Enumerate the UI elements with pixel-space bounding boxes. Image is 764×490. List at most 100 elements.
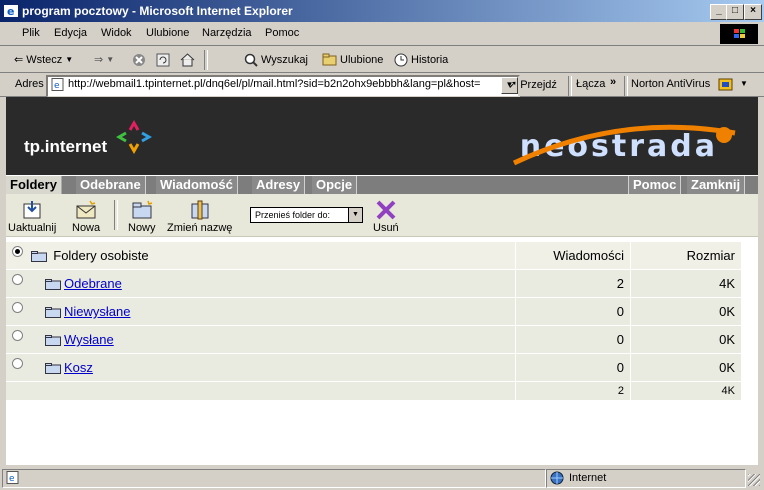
menu-edycja[interactable]: Edycja xyxy=(54,27,87,39)
back-button[interactable]: ⇐ Wstecz ▼ xyxy=(14,53,74,67)
messages-column-header: Wiadomości xyxy=(515,242,631,270)
menu-plik[interactable]: Plik xyxy=(22,27,40,39)
root-folder-name: Foldery osobiste xyxy=(53,248,149,263)
new-folder-button[interactable]: Nowy xyxy=(128,200,156,234)
chevron-down-icon: ▼ xyxy=(348,208,362,222)
rename-folder-icon xyxy=(191,200,209,220)
favorites-label: Ulubione xyxy=(340,53,384,66)
totals-label-cell xyxy=(6,381,516,401)
folder-link-niewyslane[interactable]: Niewysłane xyxy=(64,304,130,319)
tab-pomoc[interactable]: Pomoc xyxy=(628,176,682,194)
resize-grip[interactable] xyxy=(748,474,760,486)
favorites-button[interactable]: Ulubione xyxy=(322,53,383,66)
move-folder-select[interactable]: Przenieś folder do: ▼ xyxy=(250,207,363,223)
table-row: Odebrane 2 4K xyxy=(6,269,741,298)
address-url: http://webmail1.tpinternet.pl/dnq6el/pl/… xyxy=(68,78,481,90)
total-size: 4K xyxy=(630,381,741,401)
table-row: Kosz 0 0K xyxy=(6,353,741,382)
new-folder-icon xyxy=(132,200,152,219)
new-message-button[interactable]: Nowa xyxy=(72,200,100,234)
forward-arrow-icon: ⇒ xyxy=(94,54,104,66)
tab-adresy[interactable]: Adresy xyxy=(252,176,306,194)
root-folder-cell: Foldery osobiste xyxy=(6,242,516,270)
actions-separator xyxy=(114,200,118,230)
folder-size: 4K xyxy=(630,269,741,298)
address-input[interactable]: e http://webmail1.tpinternet.pl/dnq6el/p… xyxy=(46,75,520,98)
toolbar-separator xyxy=(204,50,208,70)
rename-folder-button[interactable]: Zmień nazwę xyxy=(167,200,232,234)
table-row: Niewysłane 0 0K xyxy=(6,297,741,326)
security-zone-panel: Internet xyxy=(546,469,746,488)
menu-widok[interactable]: Widok xyxy=(101,27,132,39)
refresh-folders-button[interactable]: Uaktualnij xyxy=(8,200,56,234)
chevron-right-icon[interactable]: » xyxy=(610,76,616,88)
menu-bar: Plik Edycja Widok Ulubione Narzędzia Pom… xyxy=(0,22,764,46)
history-label: Historia xyxy=(411,54,449,66)
folder-radio[interactable] xyxy=(12,358,23,370)
folder-size: 0K xyxy=(630,297,741,326)
globe-icon xyxy=(550,471,564,485)
folder-radio[interactable] xyxy=(12,302,23,314)
go-button[interactable]: ➚ Przejdź xyxy=(508,78,557,92)
maximize-button[interactable]: □ xyxy=(726,4,744,20)
page-icon: e xyxy=(51,78,64,91)
totals-row: 2 4K xyxy=(6,381,741,401)
tab-zamknij[interactable]: Zamknij xyxy=(687,176,746,194)
windows-logo-icon xyxy=(720,24,758,44)
tab-odebrane[interactable]: Odebrane xyxy=(76,176,146,194)
delete-folder-button[interactable]: Usuń xyxy=(373,200,399,234)
toolbar-separator xyxy=(624,76,628,96)
neostrada-swoosh-icon xyxy=(512,124,736,166)
refresh-label: Uaktualnij xyxy=(8,222,57,234)
root-folder-radio[interactable] xyxy=(12,246,23,258)
folder-link-odebrane[interactable]: Odebrane xyxy=(64,276,122,291)
folder-size: 0K xyxy=(630,353,741,382)
refresh-icon xyxy=(156,53,170,67)
go-arrow-icon: ➚ xyxy=(508,79,518,91)
history-button[interactable]: Historia xyxy=(394,53,448,67)
folder-messages: 0 xyxy=(515,353,631,382)
new-folder-label: Nowy xyxy=(128,222,156,234)
table-header-row: Foldery osobiste Wiadomości Rozmiar xyxy=(6,242,741,270)
history-icon xyxy=(394,53,408,67)
links-toolbar[interactable]: Łącza xyxy=(576,78,605,90)
chevron-down-icon[interactable]: ▼ xyxy=(740,79,748,88)
norton-antivirus-label[interactable]: Norton AntiVirus xyxy=(631,78,710,90)
status-bar: e Internet xyxy=(0,466,764,490)
folder-radio[interactable] xyxy=(12,274,23,286)
banner: tp.internet neostrada xyxy=(6,97,758,175)
menu-narzedzia[interactable]: Narzędzia xyxy=(202,27,252,39)
tp-logo-diamond-icon xyxy=(116,120,152,154)
home-button[interactable] xyxy=(180,53,195,67)
new-message-label: Nowa xyxy=(72,222,101,234)
folder-link-wyslane[interactable]: Wysłane xyxy=(64,332,114,347)
forward-button[interactable]: ⇒ ▼ xyxy=(94,53,114,66)
chevron-down-icon: ▼ xyxy=(65,55,74,64)
folder-link-kosz[interactable]: Kosz xyxy=(64,360,93,375)
stop-button[interactable] xyxy=(132,53,146,67)
close-button[interactable]: × xyxy=(744,4,762,20)
folder-icon xyxy=(45,363,61,375)
menu-ulubione[interactable]: Ulubione xyxy=(146,27,189,39)
search-button[interactable]: Wyszukaj xyxy=(244,53,308,67)
search-label: Wyszukaj xyxy=(261,54,308,66)
tab-wiadomosc[interactable]: Wiadomość xyxy=(156,176,238,194)
tab-opcje[interactable]: Opcje xyxy=(312,176,358,194)
refresh-button[interactable] xyxy=(156,53,170,67)
open-folder-icon xyxy=(30,251,47,263)
folders-table: Foldery osobiste Wiadomości Rozmiar Odeb… xyxy=(6,242,741,401)
window-title: program pocztowy - Microsoft Internet Ex… xyxy=(22,4,293,18)
ie-icon: e xyxy=(4,5,18,18)
folder-radio[interactable] xyxy=(12,330,23,342)
menu-pomoc[interactable]: Pomoc xyxy=(265,27,299,39)
address-label: Adres xyxy=(15,78,44,90)
status-text-panel: e xyxy=(2,469,546,488)
chevron-down-icon: ▼ xyxy=(106,55,115,64)
stop-icon xyxy=(133,54,145,66)
delete-label: Usuń xyxy=(373,222,399,234)
tab-foldery[interactable]: Foldery xyxy=(6,176,62,194)
web-page: tp.internet neostrada Foldery Odebrane W… xyxy=(6,97,758,465)
search-icon xyxy=(244,53,258,67)
security-zone-label: Internet xyxy=(569,472,607,484)
norton-icon[interactable] xyxy=(718,77,734,92)
